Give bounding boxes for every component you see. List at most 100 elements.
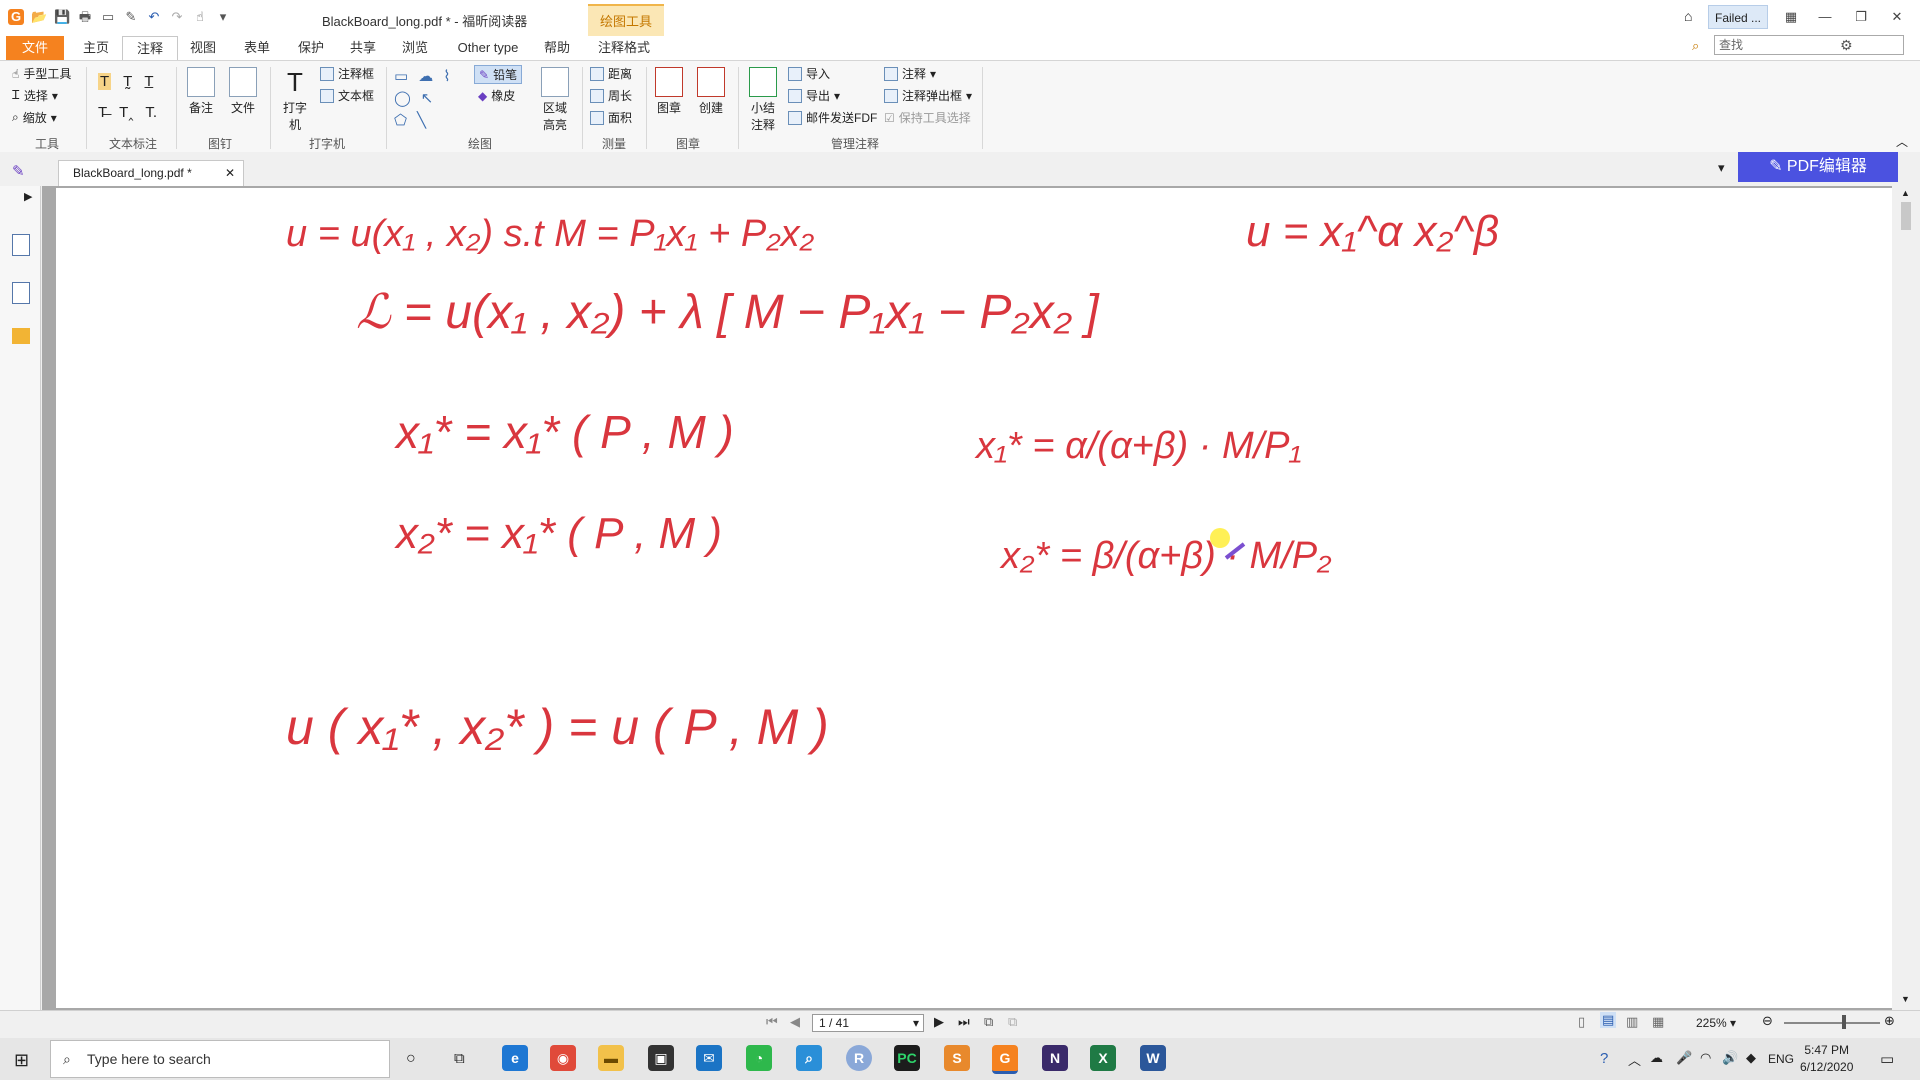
file-explorer-icon[interactable]: ▬ xyxy=(598,1045,624,1071)
wechat-icon[interactable]: ◔ xyxy=(746,1045,772,1071)
undo-icon[interactable]: ↶ xyxy=(146,9,162,25)
pdf-page[interactable]: u = u(x₁ , x₂) s.t M = P₁x₁ + P₂x₂ u = x… xyxy=(56,188,1892,1008)
new-icon[interactable]: ✎ xyxy=(123,9,139,25)
chrome-icon[interactable]: ◉ xyxy=(550,1045,576,1071)
comments-panel-icon[interactable] xyxy=(12,328,30,344)
settings-icon[interactable]: ⚙ xyxy=(1840,37,1853,54)
tab-home[interactable]: 主页 xyxy=(76,36,116,60)
help-icon[interactable]: ? xyxy=(1600,1050,1608,1067)
hand-tool-button[interactable]: ☝ 手型工具 xyxy=(12,65,71,82)
volume-icon[interactable]: 🔊 xyxy=(1722,1050,1738,1066)
underline-squiggly-icon[interactable]: T̰ xyxy=(123,73,132,90)
previous-view-icon[interactable]: ⧉ xyxy=(984,1014,993,1030)
facing-view-icon[interactable]: ▥ xyxy=(1626,1014,1638,1030)
r-app-icon[interactable]: R xyxy=(846,1045,872,1071)
zoom-in-icon[interactable]: ⊕ xyxy=(1884,1013,1895,1029)
replace-text-icon[interactable]: T‸ xyxy=(119,103,133,121)
comment-mode-icon[interactable]: ✎ xyxy=(12,162,25,180)
mail-icon[interactable]: ✉ xyxy=(696,1045,722,1071)
failed-status-button[interactable]: Failed ... xyxy=(1708,5,1768,29)
tab-list-dropdown-icon[interactable]: ▾ xyxy=(1718,160,1725,176)
save-icon[interactable]: 💾 xyxy=(54,9,70,25)
callout-button[interactable]: 注释框 xyxy=(320,65,374,82)
pycharm-icon[interactable]: PC xyxy=(894,1045,920,1071)
continuous-view-icon[interactable]: ▤ xyxy=(1600,1012,1617,1028)
underline-text-icon[interactable]: T̲ xyxy=(144,73,153,90)
sublime-icon[interactable]: S xyxy=(944,1045,970,1071)
continuous-facing-view-icon[interactable]: ▦ xyxy=(1652,1014,1664,1030)
email-fdf-button[interactable]: 邮件发送FDF xyxy=(788,109,877,126)
tab-protect[interactable]: 保护 xyxy=(294,36,328,60)
file-attach-button[interactable]: 文件 xyxy=(226,67,260,116)
zoom-level[interactable]: 225% ▾ xyxy=(1696,1016,1736,1030)
tab-share[interactable]: 共享 xyxy=(346,36,380,60)
cortana-icon[interactable]: ○ xyxy=(406,1050,416,1068)
highlight-text-icon[interactable]: T xyxy=(98,73,112,90)
summarize-comments-button[interactable]: 小结注释 xyxy=(746,67,780,133)
cloud-icon[interactable]: ☁ xyxy=(418,67,433,85)
oval-icon[interactable]: ◯ xyxy=(394,89,411,107)
foxit-reader-icon[interactable]: G xyxy=(992,1045,1018,1074)
line-icon[interactable]: ╲ xyxy=(417,111,426,129)
page-number-input[interactable]: 1 / 41 ▾ xyxy=(812,1014,924,1032)
area-highlight-button[interactable]: 区域高亮 xyxy=(538,67,572,133)
microphone-icon[interactable]: 🎤 xyxy=(1676,1050,1692,1066)
tab-view[interactable]: 视图 xyxy=(186,36,220,60)
zoom-slider[interactable] xyxy=(1784,1022,1880,1024)
pages-icon[interactable] xyxy=(12,282,30,304)
tab-other-type[interactable]: Other type xyxy=(452,36,524,60)
redo-icon[interactable]: ↷ xyxy=(169,9,185,25)
close-tab-icon[interactable]: ✕ xyxy=(225,161,235,185)
start-icon[interactable]: ⊞ xyxy=(14,1050,29,1071)
open-icon[interactable]: 📂 xyxy=(31,9,47,25)
scroll-down-icon[interactable]: ▼ xyxy=(1901,994,1910,1004)
next-page-icon[interactable]: ▶ xyxy=(934,1014,944,1030)
eraser-button[interactable]: ◆ 橡皮 xyxy=(478,87,515,104)
wifi-icon[interactable]: ◠ xyxy=(1700,1050,1711,1066)
stamp-button[interactable]: 图章 xyxy=(652,67,686,116)
note-button[interactable]: 备注 xyxy=(184,67,218,116)
polygon-icon[interactable]: ⬠ xyxy=(394,111,407,129)
expand-panel-icon[interactable]: ▶ xyxy=(24,190,32,203)
zoom-tool-button[interactable]: ⌕ 缩放 ▾ xyxy=(12,109,57,126)
vertical-scrollbar[interactable]: ▲ ▼ xyxy=(1898,186,1914,1010)
rectangle-icon[interactable]: ▭ xyxy=(394,67,408,85)
create-stamp-button[interactable]: 创建 xyxy=(694,67,728,116)
select-tool-button[interactable]: Ꮖ 选择 ▾ xyxy=(12,87,58,104)
pdf-editor-button[interactable]: ✎ PDF编辑器 xyxy=(1738,152,1898,182)
textbox-button[interactable]: 文本框 xyxy=(320,87,374,104)
single-page-view-icon[interactable]: ▯ xyxy=(1578,1014,1585,1030)
arrow-icon[interactable]: ↖ xyxy=(421,89,434,107)
maximize-icon[interactable]: ❐ xyxy=(1846,6,1876,28)
scan-icon[interactable]: ▭ xyxy=(100,9,116,25)
distance-button[interactable]: 距离 xyxy=(590,65,632,82)
hand-dropdown-icon[interactable]: ☝ xyxy=(192,9,208,25)
minimize-icon[interactable]: — xyxy=(1810,6,1840,28)
previous-page-icon[interactable]: ◀ xyxy=(790,1014,800,1030)
comments-dropdown[interactable]: 注释 ▾ xyxy=(884,65,936,82)
collapse-ribbon-icon[interactable]: ︿ xyxy=(1896,133,1908,150)
insert-text-icon[interactable]: T. xyxy=(145,104,157,121)
task-view-icon[interactable]: ⧉ xyxy=(454,1050,465,1067)
taskbar-search-input[interactable]: ⌕ Type here to search xyxy=(50,1040,390,1078)
context-tab-drawing-tools[interactable]: 绘图工具 xyxy=(588,4,664,36)
share-icon[interactable]: ⌂ xyxy=(1684,8,1692,24)
export-button[interactable]: 导出 ▾ xyxy=(788,87,840,104)
taskbar-clock[interactable]: 5:47 PM 6/12/2020 xyxy=(1800,1042,1853,1076)
close-icon[interactable]: ✕ xyxy=(1882,6,1912,28)
find-icon[interactable]: ⌕ xyxy=(1692,38,1699,54)
last-page-icon[interactable]: ⏭ xyxy=(958,1014,970,1030)
layout-icon[interactable]: ▦ xyxy=(1776,6,1806,28)
excel-icon[interactable]: X xyxy=(1090,1045,1116,1071)
tab-form[interactable]: 表单 xyxy=(240,36,274,60)
scroll-up-icon[interactable]: ▲ xyxy=(1901,188,1910,198)
zoom-slider-thumb[interactable] xyxy=(1842,1015,1846,1029)
import-button[interactable]: 导入 xyxy=(788,65,830,82)
onenote-icon[interactable]: N xyxy=(1042,1045,1068,1071)
tab-file[interactable]: 文件 xyxy=(6,36,64,60)
app-logo-icon[interactable]: G xyxy=(8,9,24,25)
polyline-icon[interactable]: ⌇ xyxy=(443,67,450,85)
scroll-thumb[interactable] xyxy=(1901,202,1911,230)
area-button[interactable]: 面积 xyxy=(590,109,632,126)
tab-comment[interactable]: 注释 xyxy=(122,36,178,60)
